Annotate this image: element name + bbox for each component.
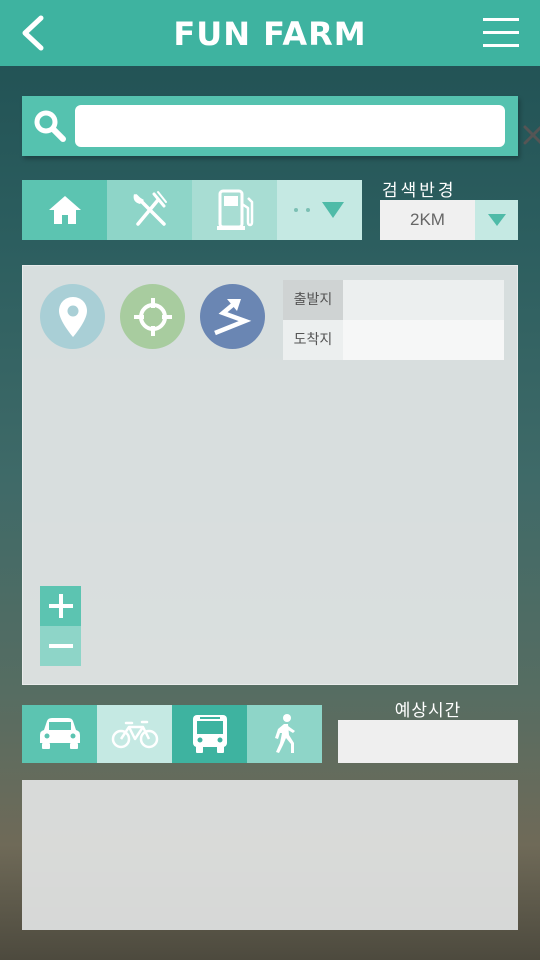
zoom-out-button[interactable] bbox=[40, 626, 81, 666]
app-header: FUN FARM bbox=[0, 0, 540, 66]
fork-knife-icon bbox=[133, 191, 167, 226]
mode-bus-tab[interactable] bbox=[172, 705, 247, 763]
category-more-dropdown[interactable] bbox=[277, 180, 362, 240]
route-fields: 출발지 도착지 bbox=[283, 280, 504, 360]
chevron-left-icon bbox=[22, 15, 44, 51]
car-icon bbox=[39, 718, 80, 749]
radius-label: 검색반경 bbox=[382, 181, 457, 201]
route-arrow-icon bbox=[213, 298, 251, 335]
fuel-pump-icon bbox=[216, 189, 253, 230]
walking-person-icon bbox=[274, 714, 295, 753]
back-button[interactable] bbox=[10, 8, 56, 58]
eta-label: 예상시간 bbox=[394, 701, 462, 721]
category-fuel-tab[interactable] bbox=[192, 180, 277, 240]
crosshair-icon bbox=[133, 297, 172, 336]
menu-button[interactable] bbox=[478, 12, 524, 54]
eta-field bbox=[338, 720, 518, 763]
map-panel[interactable]: 출발지 도착지 bbox=[22, 265, 518, 685]
minus-icon bbox=[48, 644, 73, 648]
mode-bike-tab[interactable] bbox=[97, 705, 172, 763]
radius-value: 2KM bbox=[410, 210, 445, 229]
search-bar bbox=[22, 96, 540, 156]
hamburger-menu-icon bbox=[483, 18, 519, 47]
app-title: FUN FARM bbox=[173, 15, 367, 53]
route-button[interactable] bbox=[200, 284, 265, 349]
search-input[interactable] bbox=[75, 105, 505, 147]
close-icon bbox=[523, 125, 540, 145]
start-input[interactable] bbox=[343, 280, 504, 320]
zoom-in-button[interactable] bbox=[40, 586, 81, 626]
category-home-tab[interactable] bbox=[22, 180, 107, 240]
bicycle-icon bbox=[111, 720, 158, 749]
location-pin-icon bbox=[58, 296, 87, 337]
radius-select[interactable]: 2KM bbox=[380, 200, 518, 240]
destination-label: 도착지 bbox=[283, 320, 343, 360]
search-icon[interactable] bbox=[32, 108, 68, 144]
clear-search-button[interactable] bbox=[519, 121, 540, 149]
plus-icon bbox=[48, 594, 73, 618]
category-food-tab[interactable] bbox=[107, 180, 192, 240]
bus-icon bbox=[192, 715, 227, 753]
current-location-button[interactable] bbox=[120, 284, 185, 349]
mode-car-tab[interactable] bbox=[22, 705, 97, 763]
home-icon bbox=[48, 196, 81, 224]
marker-button[interactable] bbox=[40, 284, 105, 349]
mode-walk-tab[interactable] bbox=[247, 705, 322, 763]
destination-input[interactable] bbox=[343, 320, 504, 360]
result-panel bbox=[22, 780, 518, 930]
more-dots-dropdown-icon bbox=[293, 202, 344, 218]
triangle-down-icon bbox=[487, 214, 506, 226]
radius-dropdown-button[interactable] bbox=[475, 200, 518, 240]
start-label: 출발지 bbox=[283, 280, 343, 320]
